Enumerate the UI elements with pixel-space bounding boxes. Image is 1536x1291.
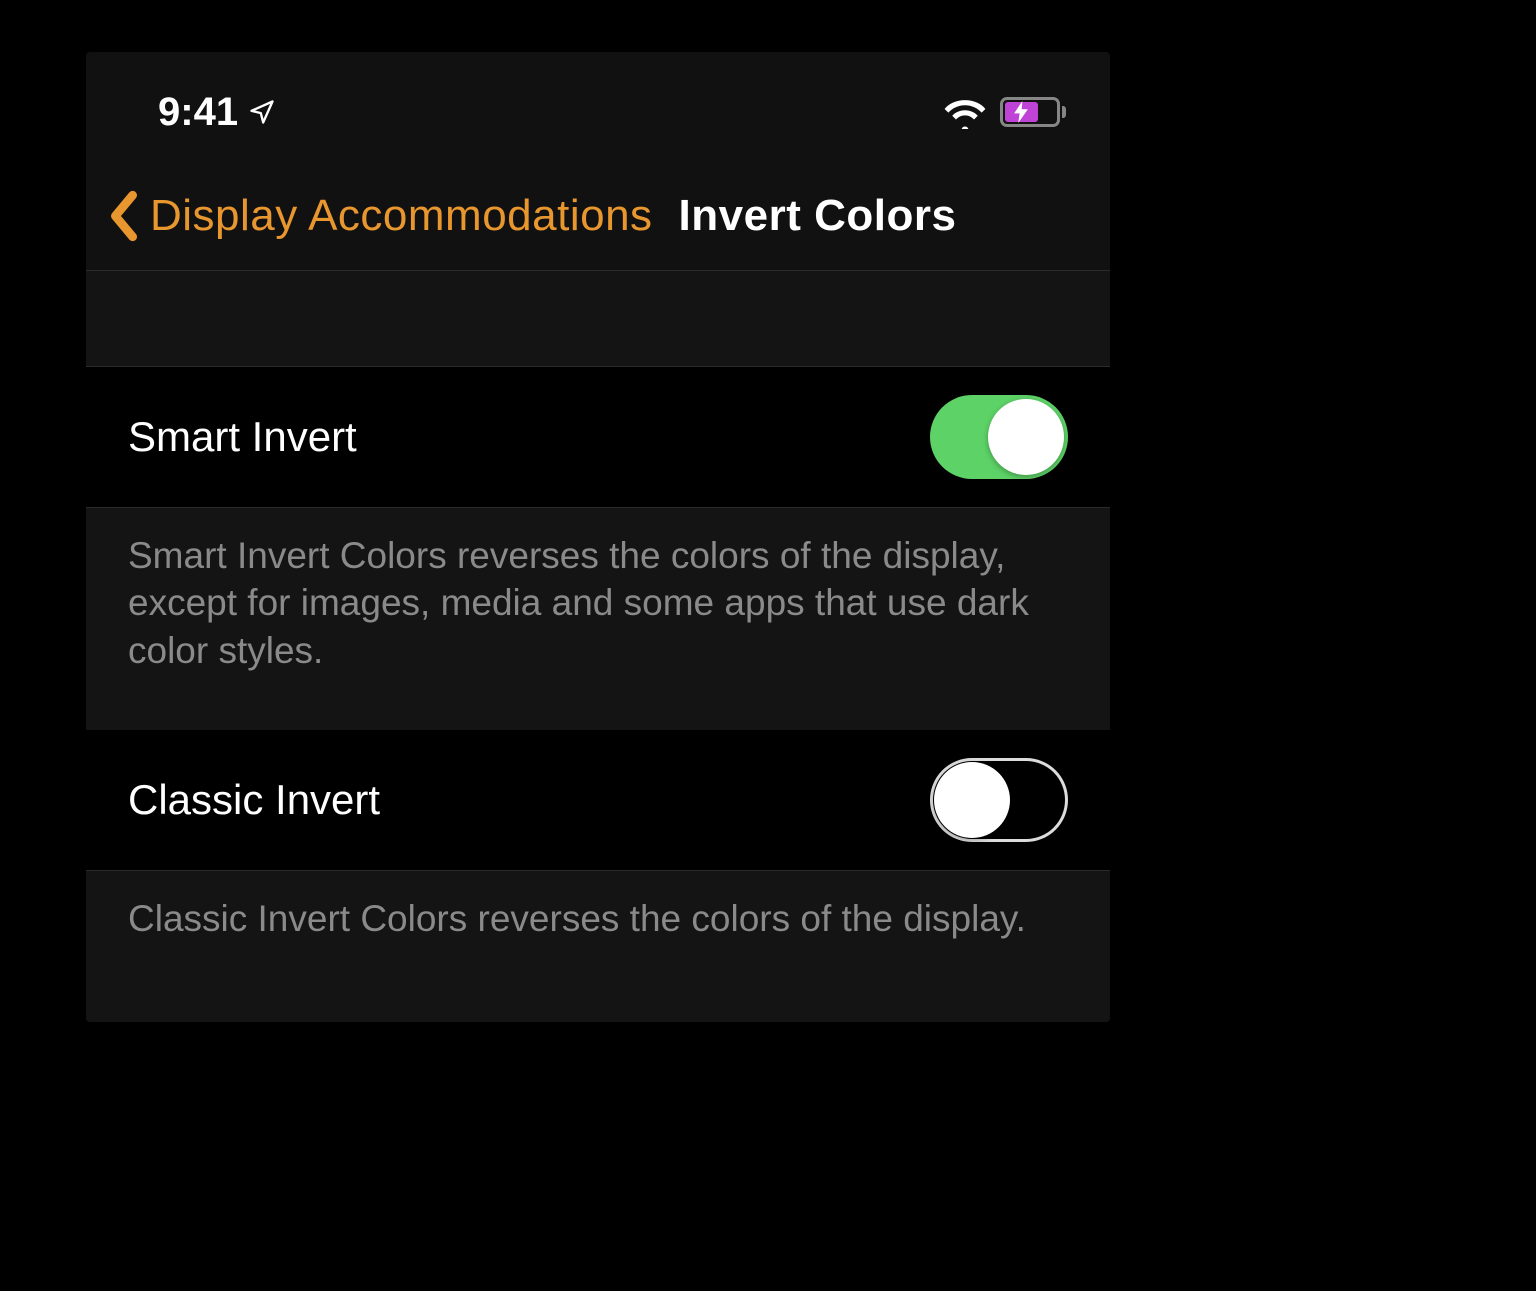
battery-charging-icon xyxy=(1000,97,1066,127)
back-button-label[interactable]: Display Accommodations xyxy=(150,191,653,241)
page-title: Invert Colors xyxy=(679,191,957,241)
status-left: 9:41 xyxy=(158,90,276,135)
classic-invert-row: Classic Invert xyxy=(86,730,1110,871)
smart-invert-toggle[interactable] xyxy=(930,395,1068,479)
toggle-knob xyxy=(934,762,1010,838)
navigation-bar: Display Accommodations Invert Colors xyxy=(86,162,1110,271)
classic-invert-label: Classic Invert xyxy=(128,776,380,824)
settings-screen: 9:41 xyxy=(86,52,1110,1022)
smart-invert-label: Smart Invert xyxy=(128,413,357,461)
smart-invert-row: Smart Invert xyxy=(86,367,1110,508)
status-time: 9:41 xyxy=(158,90,238,135)
wifi-icon xyxy=(944,95,986,129)
back-chevron-icon[interactable] xyxy=(106,190,142,242)
classic-invert-description: Classic Invert Colors reverses the color… xyxy=(86,871,1110,1022)
toggle-knob xyxy=(988,399,1064,475)
status-right xyxy=(944,95,1066,129)
status-bar: 9:41 xyxy=(86,52,1110,162)
location-arrow-icon xyxy=(248,98,276,126)
section-spacer xyxy=(86,271,1110,367)
smart-invert-description: Smart Invert Colors reverses the colors … xyxy=(86,508,1110,730)
classic-invert-toggle[interactable] xyxy=(930,758,1068,842)
